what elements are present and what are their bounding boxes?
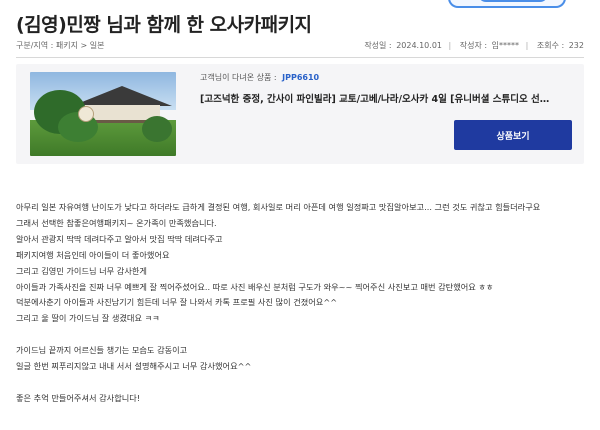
author-label: 작성자 : xyxy=(459,41,488,50)
product-name[interactable]: [고즈넉한 중정, 간사이 파인빌라] 교토/고베/나라/오사카 4일 [유니버… xyxy=(200,91,552,105)
product-card: 고객님이 다녀온 상품 : JPP6610 [고즈넉한 중정, 간사이 파인빌라… xyxy=(16,64,584,164)
review-paragraph: 패키지여행 처음인데 아이들이 더 좋아했어요 xyxy=(16,249,170,260)
visited-product-label: 고객님이 다녀온 상품 : xyxy=(200,73,277,82)
review-blank-line xyxy=(16,375,578,391)
post-date: 2024.10.01 xyxy=(396,41,442,50)
review-paragraph: 그리고 김영민 가이드님 너무 감사한게 xyxy=(16,265,147,276)
logo-stamp-icon xyxy=(78,106,94,122)
post-author: 임***** xyxy=(491,41,520,50)
decoration-shape-inner xyxy=(478,0,548,2)
review-paragraph: 그리고 울 딸이 가이드님 잘 생겼대요 ㅋㅋ xyxy=(16,313,160,324)
review-paragraph: 알아서 관광지 딱딱 데려다주고 알아서 맛집 딱딱 데려다주고 xyxy=(16,233,223,244)
header-decoration xyxy=(448,0,578,12)
post-title: (김영)민짱 님과 함께 한 오사카패키지 xyxy=(16,14,312,36)
review-paragraph: 일글 한번 찌푸리지않고 내내 서서 설명해주시고 너무 감사했어요^^ xyxy=(16,361,252,372)
visited-product-line: 고객님이 다녀온 상품 : JPP6610 xyxy=(200,72,319,83)
post-views: 232 xyxy=(568,41,584,50)
review-paragraph: 덕분에사춘기 아이들과 사진남기기 힘든데 너무 잘 나와서 카톡 프로필 사진… xyxy=(16,297,338,308)
separator: | xyxy=(525,41,529,50)
breadcrumb: 구분/지역 : 패키지 > 일본 xyxy=(16,41,105,50)
separator: | xyxy=(448,41,452,50)
title-divider xyxy=(16,57,584,58)
review-paragraph: 가이드님 끝까지 어르신들 챙기는 모습도 감동이고 xyxy=(16,345,188,356)
review-blank-line xyxy=(16,327,578,343)
review-paragraph: 아무리 일본 자유여행 난이도가 낮다고 하더라도 급하게 결정된 여행, 회사… xyxy=(16,202,541,212)
view-product-button[interactable]: 상품보기 xyxy=(454,120,572,150)
post-meta: 구분/지역 : 패키지 > 일본 작성일 : 2024.10.01 | 작성자 … xyxy=(16,40,584,54)
review-paragraph: 그래서 선택한 참좋은여행패키지~ 온가족이 만족했습니다. xyxy=(16,217,217,228)
post-info: 작성일 : 2024.10.01 | 작성자 : 임***** | 조회수 : … xyxy=(358,40,584,51)
views-label: 조회수 : xyxy=(536,41,565,50)
product-thumbnail[interactable] xyxy=(30,72,176,156)
review-paragraph: 아이들과 가족사진을 진짜 너무 예쁘게 잘 찍어주셨어요.. 따로 사진 배우… xyxy=(16,281,494,292)
review-paragraph: 좋은 추억 만들어주셔서 감사합니다! xyxy=(16,392,141,403)
review-body: 아무리 일본 자유여행 난이도가 낮다고 하더라도 급하게 결정된 여행, 회사… xyxy=(16,200,578,407)
date-label: 작성일 : xyxy=(364,41,392,50)
product-code: JPP6610 xyxy=(282,73,320,82)
